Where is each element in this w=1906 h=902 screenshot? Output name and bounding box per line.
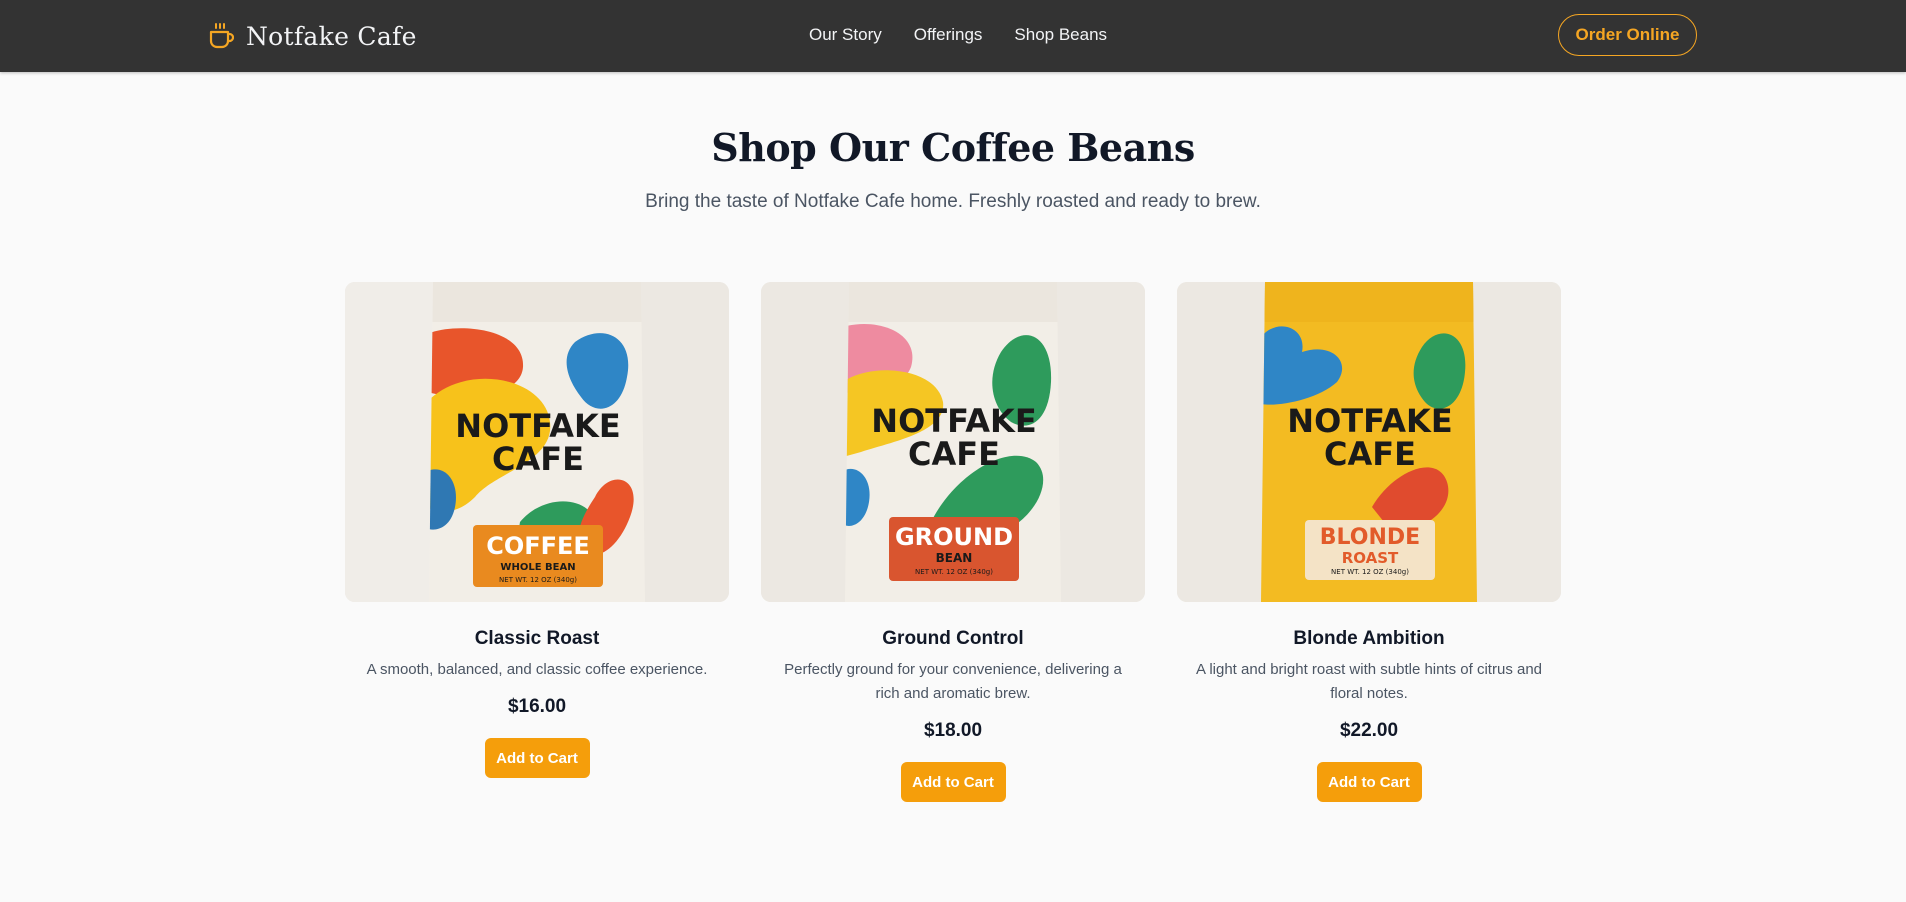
main-nav: Our Story Offerings Shop Beans	[809, 24, 1107, 46]
add-to-cart-button[interactable]: Add to Cart	[900, 762, 1006, 802]
product-price: $22.00	[1339, 720, 1399, 741]
top-navbar: Notfake Cafe Our Story Offerings Shop Be…	[0, 0, 1906, 72]
product-image-ground-control[interactable]: NOTFAKE CAFE GROUND BEAN NET WT. 12 OZ (…	[761, 282, 1145, 602]
product-name: Classic Roast	[474, 628, 600, 649]
page-title: Shop Our Coffee Beans	[711, 125, 1195, 170]
bag-brand-line2: CAFE	[1324, 435, 1416, 473]
brand-name: Notfake Cafe	[246, 21, 417, 51]
product-description: A smooth, balanced, and classic coffee e…	[366, 661, 708, 678]
page-subtitle: Bring the taste of Notfake Cafe home. Fr…	[645, 191, 1261, 212]
bag-label-main: GROUND	[895, 523, 1013, 551]
bag-brand-line2: CAFE	[492, 440, 584, 478]
add-to-cart-button[interactable]: Add to Cart	[484, 738, 590, 778]
bag-brand-line2: CAFE	[908, 435, 1000, 473]
bag-label-sub: BEAN	[936, 551, 973, 565]
product-image-blonde-ambition[interactable]: NOTFAKE CAFE BLONDE ROAST NET WT. 12 OZ …	[1177, 282, 1561, 602]
bag-label-main: BLONDE	[1320, 525, 1420, 550]
add-to-cart-button[interactable]: Add to Cart	[1316, 762, 1422, 802]
bag-net-weight: NET WT. 12 OZ (340g)	[915, 568, 993, 576]
product-name: Blonde Ambition	[1293, 628, 1445, 649]
bag-net-weight: NET WT. 12 OZ (340g)	[1331, 568, 1409, 576]
bag-label-sub: ROAST	[1342, 549, 1399, 567]
bag-label-main: COFFEE	[486, 532, 590, 560]
product-description: Perfectly ground for your convenience, d…	[784, 661, 1122, 702]
nav-link-shop-beans[interactable]: Shop Beans	[1014, 24, 1107, 46]
bag-label-sub: WHOLE BEAN	[500, 562, 575, 573]
product-card-classic-roast: NOTFAKE CAFE COFFEE WHOLE BEAN NET WT. 1…	[345, 282, 729, 802]
nav-link-our-story[interactable]: Our Story	[809, 24, 882, 46]
bag-net-weight: NET WT. 12 OZ (340g)	[499, 576, 577, 584]
product-image-classic-roast[interactable]: NOTFAKE CAFE COFFEE WHOLE BEAN NET WT. 1…	[345, 282, 729, 602]
product-price: $16.00	[507, 696, 567, 717]
coffee-cup-icon	[208, 22, 234, 50]
product-card-blonde-ambition: NOTFAKE CAFE BLONDE ROAST NET WT. 12 OZ …	[1177, 282, 1561, 802]
product-description: A light and bright roast with subtle hin…	[1195, 661, 1543, 702]
brand-logo-link[interactable]: Notfake Cafe	[208, 18, 417, 54]
product-grid: NOTFAKE CAFE COFFEE WHOLE BEAN NET WT. 1…	[345, 282, 1561, 802]
product-card-ground-control: NOTFAKE CAFE GROUND BEAN NET WT. 12 OZ (…	[761, 282, 1145, 802]
order-online-button[interactable]: Order Online	[1558, 14, 1697, 56]
nav-link-offerings[interactable]: Offerings	[914, 24, 983, 46]
product-price: $18.00	[923, 720, 983, 741]
product-name: Ground Control	[882, 628, 1024, 649]
